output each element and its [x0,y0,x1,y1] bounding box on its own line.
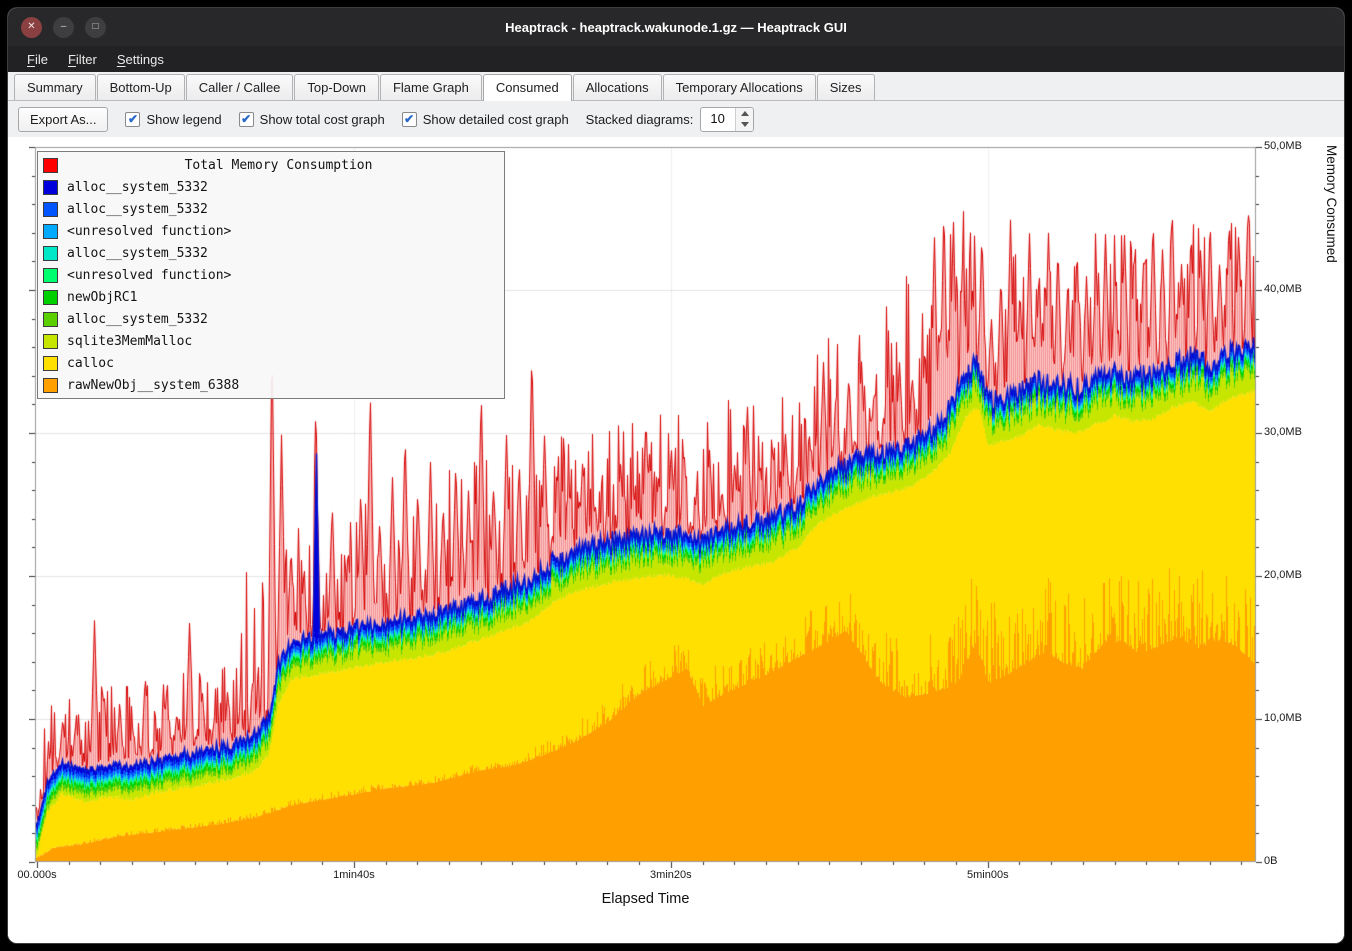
tab-temporary-allocations[interactable]: Temporary Allocations [663,74,816,100]
titlebar[interactable]: ✕ – □ Heaptrack - heaptrack.wakunode.1.g… [8,8,1344,46]
menu-item-settings[interactable]: Settings [108,49,173,70]
menu-item-file[interactable]: File [18,49,57,70]
show-total-cost-graph-checkbox[interactable]: ✔ Show total cost graph [239,112,385,127]
checkbox-label: Show legend [146,112,221,127]
legend-entry-label: sqlite3MemMalloc [67,334,192,349]
y-axis-tick-label: 0B [1264,855,1277,867]
maximize-button[interactable]: □ [85,17,106,38]
export-as-button[interactable]: Export As... [18,107,108,132]
legend-entry: sqlite3MemMalloc [38,330,504,352]
tab-sizes[interactable]: Sizes [817,74,875,100]
spinbox-value: 10 [701,108,735,131]
chart-area: Total Memory Consumption alloc__system_53… [8,137,1344,943]
check-icon: ✔ [128,113,138,125]
tab-bar: Summary Bottom-Up Caller / Callee Top-Do… [8,72,1344,101]
legend-title-row: Total Memory Consumption [38,154,504,176]
legend-entry: calloc [38,352,504,374]
minimize-button[interactable]: – [53,17,74,38]
x-axis-title: Elapsed Time [8,891,1283,907]
y-axis-tick-label: 50,0MB [1264,140,1302,152]
checkbox-checked-icon: ✔ [125,112,140,127]
x-axis-tick-label: 3min20s [650,869,692,881]
chart-legend: Total Memory Consumption alloc__system_53… [37,151,505,399]
legend-entry: newObjRC1 [38,286,504,308]
legend-entry-label: <unresolved function> [67,224,231,239]
menu-item-filter[interactable]: Filter [59,49,106,70]
legend-entry: alloc__system_5332 [38,242,504,264]
toolbar: Export As... ✔ Show legend ✔ Show total … [8,101,1344,137]
legend-entry: alloc__system_5332 [38,198,504,220]
legend-entry: <unresolved function> [38,264,504,286]
check-icon: ✔ [404,113,414,125]
close-icon: ✕ [27,22,35,32]
legend-entry-label: rawNewObj__system_6388 [67,378,239,393]
legend-entry: alloc__system_5332 [38,176,504,198]
show-detailed-cost-graph-checkbox[interactable]: ✔ Show detailed cost graph [402,112,569,127]
checkbox-label: Show total cost graph [260,112,385,127]
legend-title: Total Memory Consumption [58,158,499,173]
legend-swatch [43,158,58,173]
legend-swatch [43,356,58,371]
legend-entry: alloc__system_5332 [38,308,504,330]
legend-swatch [43,202,58,217]
show-legend-checkbox[interactable]: ✔ Show legend [125,112,221,127]
checkbox-label: Show detailed cost graph [423,112,569,127]
legend-entry-label: <unresolved function> [67,268,231,283]
y-axis-tick-label: 40,0MB [1264,283,1302,295]
x-axis-tick-label: 00.000s [17,869,56,881]
legend-swatch [43,312,58,327]
window-title: Heaptrack - heaptrack.wakunode.1.gz — He… [8,20,1344,35]
tab-allocations[interactable]: Allocations [573,74,662,100]
legend-entry-label: newObjRC1 [67,290,137,305]
tab-summary[interactable]: Summary [14,74,96,100]
legend-swatch [43,378,58,393]
spin-down-button[interactable] [736,119,753,131]
legend-swatch [43,180,58,195]
chevron-down-icon [741,122,749,127]
legend-swatch [43,224,58,239]
legend-entry-label: alloc__system_5332 [67,180,208,195]
legend-swatch [43,246,58,261]
window-controls: ✕ – □ [21,17,106,38]
legend-entry: rawNewObj__system_6388 [38,374,504,396]
tab-caller-callee[interactable]: Caller / Callee [186,74,294,100]
legend-swatch [43,290,58,305]
tab-top-down[interactable]: Top-Down [294,74,379,100]
spinbox-buttons [735,108,753,131]
y-axis-tick-label: 20,0MB [1264,569,1302,581]
legend-swatch [43,334,58,349]
spin-up-button[interactable] [736,108,753,120]
stacked-diagrams-label: Stacked diagrams: [586,112,694,127]
legend-entry-label: alloc__system_5332 [67,202,208,217]
tab-flame-graph[interactable]: Flame Graph [380,74,482,100]
stacked-diagrams-control: Stacked diagrams: 10 [586,107,755,132]
x-axis-tick-label: 1min40s [333,869,375,881]
tab-consumed[interactable]: Consumed [483,74,572,101]
legend-swatch [43,268,58,283]
x-axis-tick-label: 5min00s [967,869,1009,881]
legend-entry-label: calloc [67,356,114,371]
maximize-icon: □ [92,22,98,32]
check-icon: ✔ [241,113,251,125]
legend-entry-label: alloc__system_5332 [67,246,208,261]
stacked-diagrams-spinbox[interactable]: 10 [700,107,754,132]
minimize-icon: – [61,22,67,32]
y-axis-title: Memory Consumed [1324,145,1339,868]
checkbox-checked-icon: ✔ [402,112,417,127]
heaptrack-window: ✕ – □ Heaptrack - heaptrack.wakunode.1.g… [8,8,1344,943]
tab-bottom-up[interactable]: Bottom-Up [97,74,185,100]
menu-bar: FileFilterSettings [8,46,1344,72]
legend-entry-label: alloc__system_5332 [67,312,208,327]
y-axis-tick-label: 10,0MB [1264,712,1302,724]
legend-entry: <unresolved function> [38,220,504,242]
chevron-up-icon [741,111,749,116]
checkbox-checked-icon: ✔ [239,112,254,127]
close-button[interactable]: ✕ [21,17,42,38]
y-axis-tick-label: 30,0MB [1264,426,1302,438]
